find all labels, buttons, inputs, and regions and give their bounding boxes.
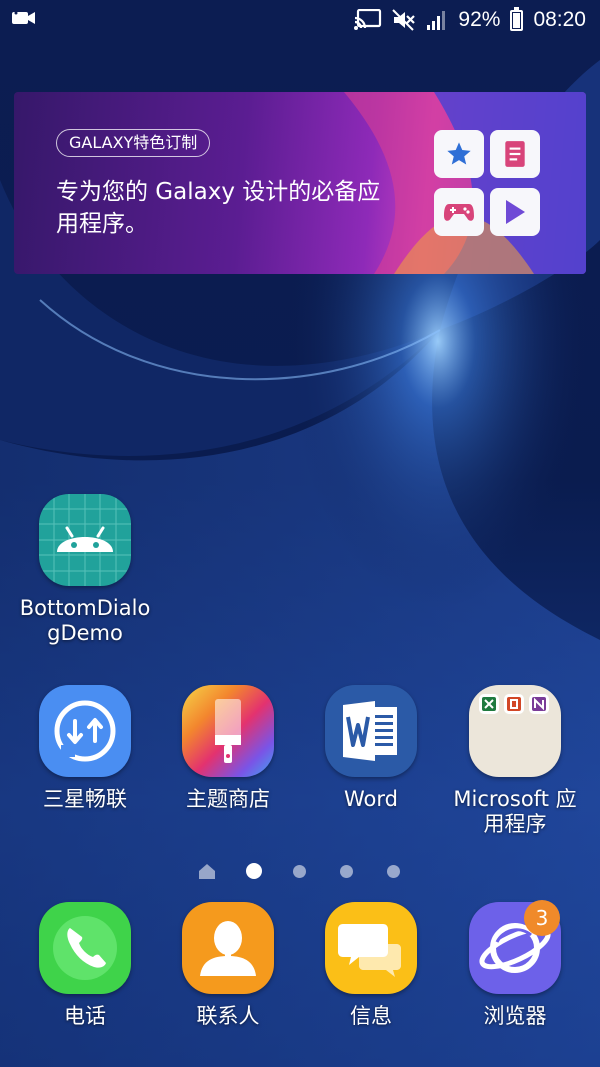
app-label: 主题商店 xyxy=(186,787,270,811)
app-theme-store[interactable]: 主题商店 xyxy=(153,685,303,812)
dock-browser[interactable]: 3 浏览器 xyxy=(440,900,590,1029)
dock-messages[interactable]: 信息 xyxy=(296,902,446,1029)
app-microsoft-apps-folder[interactable]: Microsoft 应 用程序 xyxy=(440,685,590,837)
widget-tile-gamepad xyxy=(434,188,484,236)
message-bubble-icon xyxy=(338,924,401,977)
app-label: BottomDialo gDemo xyxy=(19,596,151,645)
word-icon xyxy=(343,701,397,761)
office-apps-icon xyxy=(479,694,549,714)
app-label: 联系人 xyxy=(196,1004,260,1028)
page-indicator[interactable] xyxy=(0,862,600,882)
star-icon xyxy=(447,142,471,165)
gamepad-icon xyxy=(444,204,474,221)
dock-contacts[interactable]: 联系人 xyxy=(153,902,303,1029)
clock: 08:20 xyxy=(533,8,586,31)
samsung-flow-app-icon xyxy=(39,685,131,777)
page-dot[interactable] xyxy=(293,865,306,878)
widget-tile-document xyxy=(490,130,540,178)
status-right: 92% 08:20 xyxy=(354,6,586,34)
mute-icon xyxy=(392,9,416,31)
status-bar: 92% 08:20 xyxy=(0,0,600,40)
dock-phone[interactable]: 电话 xyxy=(10,902,160,1029)
page-dot[interactable] xyxy=(387,865,400,878)
widget-description: 专为您的 Galaxy 设计的必备应用程序。 xyxy=(56,179,381,237)
contacts-app-icon xyxy=(182,902,274,994)
app-bottom-dialog-demo[interactable]: BottomDialo gDemo xyxy=(10,494,160,646)
document-icon xyxy=(505,141,525,167)
notification-badge: 3 xyxy=(524,900,560,936)
word-app-icon xyxy=(325,685,417,777)
battery-icon xyxy=(510,6,524,31)
galaxy-essentials-widget[interactable]: GALAXY特色订制 专为您的 Galaxy 设计的必备应用程序。 xyxy=(14,92,586,274)
play-icon xyxy=(506,200,525,224)
screen-cast-icon xyxy=(354,9,382,30)
messages-app-icon xyxy=(325,902,417,994)
widget-pill-label: GALAXY特色订制 xyxy=(56,129,211,157)
app-label: Microsoft 应 用程序 xyxy=(453,787,577,836)
android-app-icon xyxy=(39,494,131,586)
widget-tile-star xyxy=(434,130,484,178)
battery-percent: 92% xyxy=(458,8,501,31)
phone-icon xyxy=(53,916,117,980)
app-label: 电话 xyxy=(64,1004,106,1028)
app-word[interactable]: Word xyxy=(296,685,446,812)
paint-brush-icon xyxy=(215,699,241,763)
phone-app-icon xyxy=(39,902,131,994)
theme-store-app-icon xyxy=(182,685,274,777)
microsoft-folder-icon xyxy=(469,685,561,777)
page-dot-active[interactable] xyxy=(246,863,262,879)
app-label: 信息 xyxy=(350,1004,392,1028)
android-icon xyxy=(39,494,131,586)
app-label: 三星畅联 xyxy=(43,787,127,811)
page-dot[interactable] xyxy=(340,865,353,878)
status-left xyxy=(12,10,36,30)
samsung-flow-icon xyxy=(54,700,116,762)
home-page-icon[interactable] xyxy=(199,864,215,879)
widget-tile-play xyxy=(490,188,540,236)
signal-icon xyxy=(427,11,446,30)
app-label: 浏览器 xyxy=(483,1004,547,1028)
app-label: Word xyxy=(344,787,398,811)
app-samsung-flow[interactable]: 三星畅联 xyxy=(10,685,160,812)
person-icon xyxy=(200,921,256,976)
video-camera-icon xyxy=(12,11,35,24)
